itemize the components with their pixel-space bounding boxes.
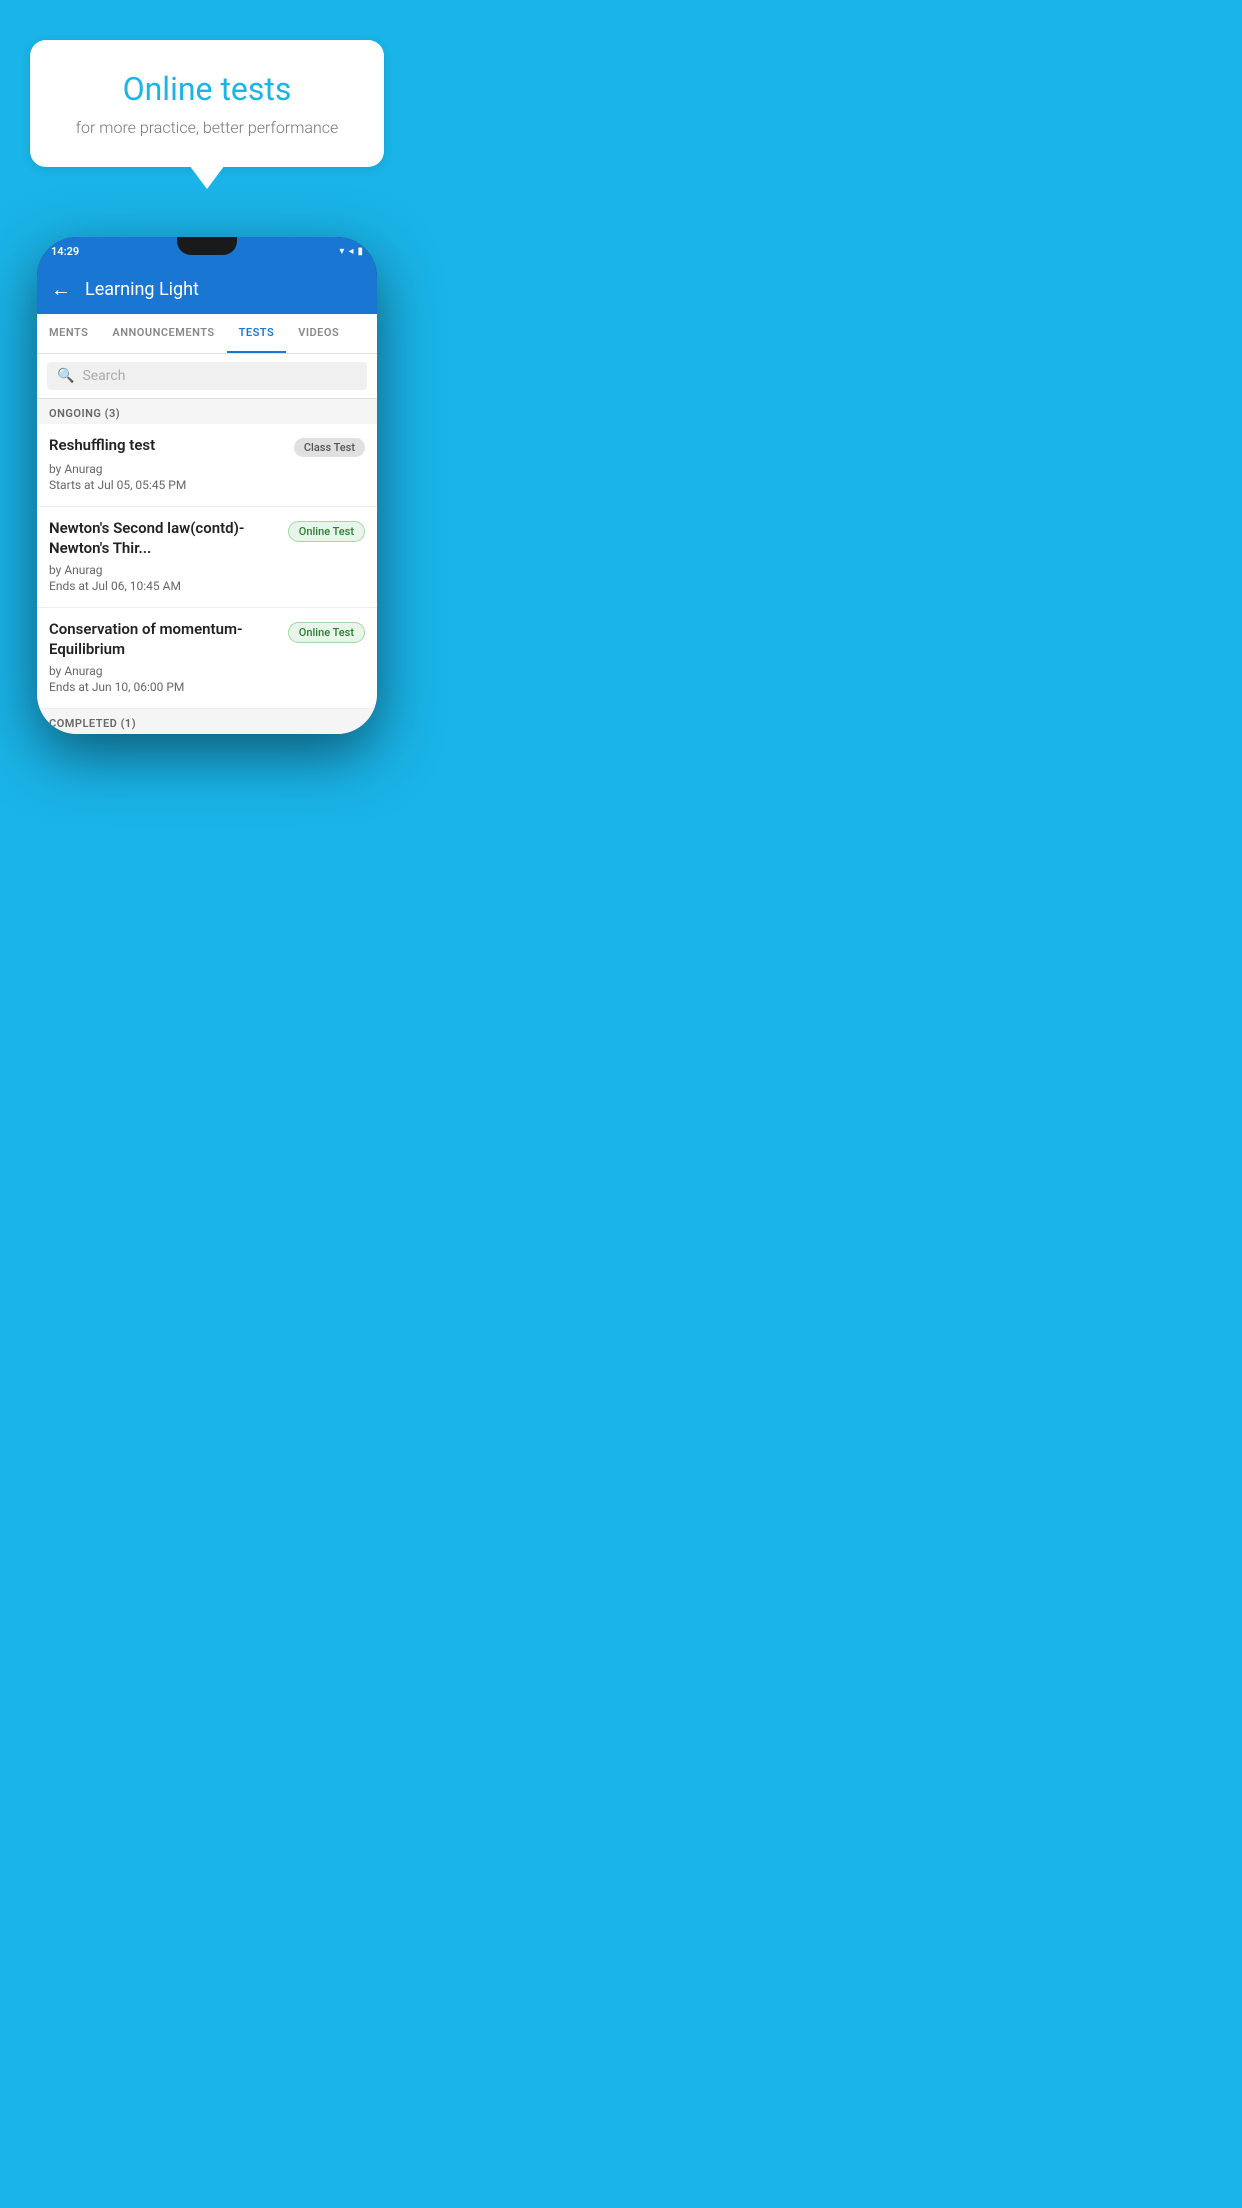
page-background: Online tests for more practice, better p… [0,0,414,736]
back-button[interactable]: ← [51,277,71,302]
list-item: Newton's Second law(contd)-Newton's Thir… [37,507,377,608]
list-item: Reshuffling test Class Test by Anurag St… [37,424,377,507]
status-time: 14:29 [51,245,79,258]
speech-bubble-section: Online tests for more practice, better p… [0,0,414,227]
test-item-top-1: Reshuffling test Class Test [49,436,365,457]
status-icons: ▾ ◂ ▮ [339,246,363,257]
search-icon: 🔍 [57,368,74,384]
tabs-bar: MENTS ANNOUNCEMENTS TESTS VIDEOS [37,314,377,354]
speech-bubble: Online tests for more practice, better p… [30,40,384,167]
badge-online-test-2: Online Test [288,521,365,542]
tab-announcements[interactable]: ANNOUNCEMENTS [100,314,226,353]
list-item: Conservation of momentum-Equilibrium Onl… [37,608,377,709]
section-header-ongoing: ONGOING (3) [37,399,377,424]
test-date-2: Ends at Jul 06, 10:45 AM [49,579,365,593]
badge-online-test-3: Online Test [288,622,365,643]
signal-icon: ◂ [348,246,353,257]
test-title-3: Conservation of momentum-Equilibrium [49,620,280,659]
bubble-title: Online tests [50,70,364,108]
search-container: 🔍 Search [37,354,377,399]
battery-icon: ▮ [357,246,363,257]
wifi-icon: ▾ [339,246,344,257]
app-header: ← Learning Light [37,265,377,314]
tab-videos[interactable]: VIDEOS [286,314,351,353]
test-item-top-2: Newton's Second law(contd)-Newton's Thir… [49,519,365,558]
section-header-completed: COMPLETED (1) [37,709,377,734]
phone-wrapper: 14:29 ▾ ◂ ▮ ← Learning Light MENTS ANNOU… [0,237,414,734]
test-date-3: Ends at Jun 10, 06:00 PM [49,680,365,694]
search-input[interactable]: Search [82,368,125,384]
app-title: Learning Light [85,279,199,300]
test-date-1: Starts at Jul 05, 05:45 PM [49,478,365,492]
tab-tests[interactable]: TESTS [227,314,287,353]
test-item-top-3: Conservation of momentum-Equilibrium Onl… [49,620,365,659]
test-author-2: by Anurag [49,563,365,577]
test-author-3: by Anurag [49,664,365,678]
phone-screen: MENTS ANNOUNCEMENTS TESTS VIDEOS 🔍 Searc… [37,314,377,734]
test-title-1: Reshuffling test [49,436,286,456]
tab-ments[interactable]: MENTS [37,314,100,353]
status-bar: 14:29 ▾ ◂ ▮ [37,237,377,265]
test-title-2: Newton's Second law(contd)-Newton's Thir… [49,519,280,558]
search-input-wrapper[interactable]: 🔍 Search [47,362,367,390]
bubble-subtitle: for more practice, better performance [50,118,364,137]
phone-mockup: 14:29 ▾ ◂ ▮ ← Learning Light MENTS ANNOU… [37,237,377,734]
badge-class-test-1: Class Test [294,438,365,457]
test-author-1: by Anurag [49,462,365,476]
